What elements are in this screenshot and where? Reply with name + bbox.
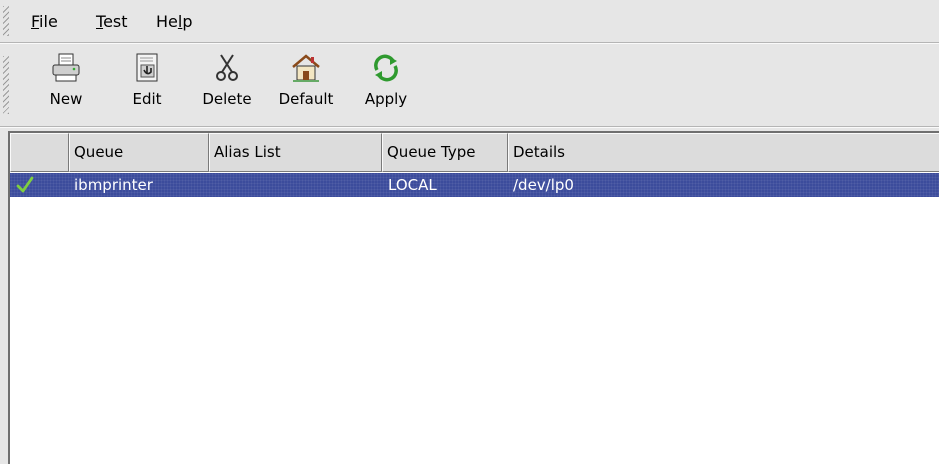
menu-test[interactable]: Test (96, 12, 128, 31)
column-header-details[interactable]: Details (508, 133, 939, 172)
apply-button[interactable]: Apply (360, 52, 412, 122)
column-header-queue-type[interactable]: Queue Type (382, 133, 508, 172)
menu-bar: File Test Help (0, 0, 939, 42)
home-icon (292, 54, 320, 82)
list-header: Queue Alias List Queue Type Details (10, 133, 939, 172)
scissors-icon (216, 54, 238, 81)
menu-help[interactable]: Help (156, 12, 192, 31)
default-button-label: Default (278, 90, 334, 108)
column-header-status[interactable] (10, 133, 69, 172)
toolbar: New Edit Delete Default Apply (0, 44, 939, 126)
queue-list[interactable]: Queue Alias List Queue Type Details ibmp… (8, 131, 939, 464)
column-header-alias-list[interactable]: Alias List (209, 133, 382, 172)
edit-button[interactable]: Edit (122, 52, 172, 122)
new-button-label: New (49, 90, 83, 108)
menu-file[interactable]: File (31, 12, 58, 31)
printer-icon (52, 53, 80, 82)
table-row[interactable]: ibmprinter LOCAL /dev/lp0 (10, 173, 939, 197)
edit-button-label: Edit (132, 90, 162, 108)
checkmark-icon (16, 173, 36, 197)
default-button[interactable]: Default (272, 52, 340, 122)
toolbar-grip-handle[interactable] (3, 56, 9, 114)
toolbar-separator (0, 126, 939, 128)
cell-queue-type: LOCAL (388, 176, 437, 194)
delete-button[interactable]: Delete (196, 52, 258, 122)
column-header-queue[interactable]: Queue (69, 133, 209, 172)
edit-document-icon (136, 53, 158, 82)
cell-queue: ibmprinter (74, 176, 153, 194)
delete-button-label: Delete (202, 90, 252, 108)
refresh-arrows-icon (374, 54, 398, 82)
apply-button-label: Apply (364, 90, 408, 108)
new-button[interactable]: New (40, 52, 92, 122)
menubar-grip-handle[interactable] (3, 6, 9, 36)
cell-details: /dev/lp0 (513, 176, 574, 194)
